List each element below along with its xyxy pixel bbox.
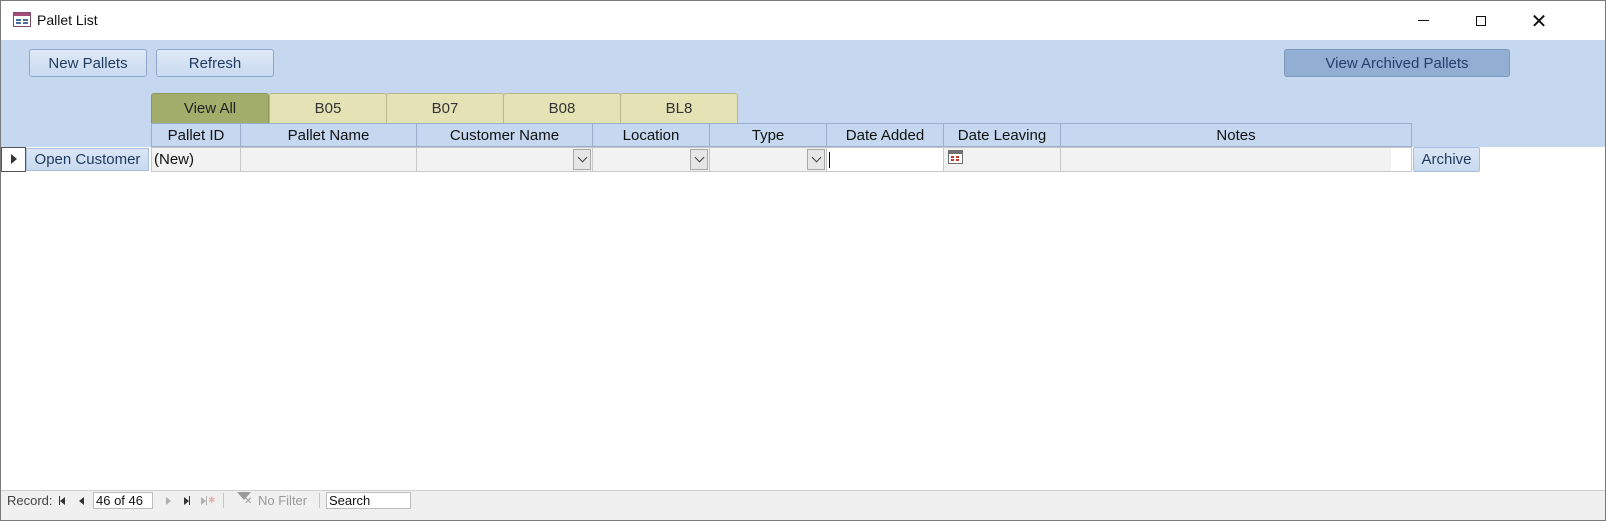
archive-button[interactable]: Archive [1413, 147, 1480, 172]
filter-toggle[interactable]: No Filter [258, 491, 307, 510]
next-record-icon [166, 496, 171, 505]
minimize-button[interactable] [1394, 1, 1452, 40]
pallet-id-field[interactable]: (New) [151, 147, 240, 172]
column-header-date-added[interactable]: Date Added [826, 123, 943, 147]
tab-b07[interactable]: B07 [386, 93, 504, 123]
new-pallets-button[interactable]: New Pallets [29, 49, 147, 77]
column-header-location[interactable]: Location [592, 123, 709, 147]
column-header-date-leaving[interactable]: Date Leaving [943, 123, 1060, 147]
chevron-down-icon[interactable] [573, 149, 591, 170]
column-header-customer-name[interactable]: Customer Name [416, 123, 592, 147]
chevron-down-icon[interactable] [690, 149, 708, 170]
text-cursor [829, 152, 830, 168]
tab-b08[interactable]: B08 [503, 93, 621, 123]
last-record-button[interactable] [184, 495, 190, 506]
date-leaving-field[interactable] [943, 147, 1060, 172]
window-title: Pallet List [37, 12, 98, 28]
search-input[interactable]: Search [326, 492, 411, 509]
close-icon: ✕ [1530, 8, 1548, 33]
pallet-list-window: Pallet List ✕ New Pallets Refresh View A… [0, 0, 1606, 521]
refresh-button[interactable]: Refresh [156, 49, 274, 77]
previous-record-button[interactable] [79, 495, 84, 506]
open-customer-button[interactable]: Open Customer [26, 148, 149, 171]
close-button[interactable]: ✕ [1510, 1, 1568, 40]
date-added-field[interactable] [826, 147, 943, 172]
tab-bl8[interactable]: BL8 [620, 93, 738, 123]
column-header-type[interactable]: Type [709, 123, 826, 147]
tab-view-all[interactable]: View All [151, 93, 269, 123]
type-combo[interactable] [709, 147, 826, 172]
next-record-button[interactable] [166, 495, 171, 506]
record-label: Record: [7, 493, 53, 508]
column-header-pallet-id[interactable]: Pallet ID [151, 123, 240, 147]
title-bar: Pallet List ✕ [1, 1, 1605, 40]
maximize-button[interactable] [1452, 1, 1510, 40]
location-combo[interactable] [592, 147, 709, 172]
chevron-down-icon[interactable] [807, 149, 825, 170]
record-selector[interactable] [1, 147, 26, 172]
current-record-field[interactable]: 46 of 46 [93, 492, 153, 509]
calendar-icon[interactable] [948, 150, 963, 164]
pallet-name-field[interactable] [240, 147, 416, 172]
horizontal-scrollbar[interactable] [411, 494, 1605, 506]
minimize-icon [1417, 20, 1429, 21]
view-archived-pallets-button[interactable]: View Archived Pallets [1284, 49, 1510, 77]
notes-field[interactable] [1060, 147, 1412, 172]
record-navigation-bar: Record: 46 of 46 ✱ No Filter Search [1, 490, 1605, 520]
previous-record-icon [79, 496, 84, 505]
maximize-icon [1476, 15, 1486, 26]
tab-b05[interactable]: B05 [269, 93, 387, 123]
form-icon [13, 12, 31, 27]
filter-off-icon [237, 492, 252, 507]
column-header-notes[interactable]: Notes [1060, 123, 1412, 147]
column-header-pallet-name[interactable]: Pallet Name [240, 123, 416, 147]
customer-name-combo[interactable] [416, 147, 592, 172]
first-record-button[interactable] [59, 495, 65, 506]
new-record-button[interactable]: ✱ [201, 495, 216, 506]
